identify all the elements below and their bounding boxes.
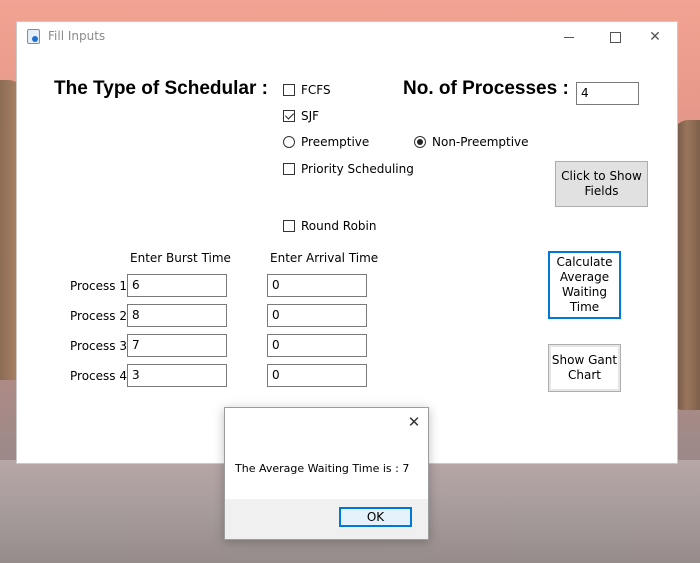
non-preemptive-radio[interactable]	[414, 136, 426, 148]
calculate-average-waiting-time-button[interactable]: Calculate Average Waiting Time	[548, 251, 621, 319]
close-button[interactable]: ✕	[632, 22, 678, 52]
process-1-label: Process 1	[70, 279, 127, 293]
dialog-message: The Average Waiting Time is : 7	[235, 462, 410, 475]
dialog-footer: OK	[225, 499, 428, 539]
processes-count-input[interactable]: 4	[576, 82, 639, 105]
ok-button[interactable]: OK	[339, 507, 412, 527]
scheduler-type-heading: The Type of Schedular :	[54, 78, 268, 99]
sjf-checkbox[interactable]	[283, 110, 295, 122]
processes-count-heading: No. of Processes :	[403, 78, 569, 99]
minimize-button[interactable]	[546, 22, 592, 52]
sjf-label[interactable]: SJF	[301, 109, 319, 123]
priority-scheduling-label[interactable]: Priority Scheduling	[301, 162, 414, 176]
fill-inputs-window: Fill Inputs ✕ The Type of Schedular : FC…	[16, 21, 678, 464]
non-preemptive-label[interactable]: Non-Preemptive	[432, 135, 529, 149]
arrival-time-header: Enter Arrival Time	[270, 251, 379, 265]
show-gantt-chart-button[interactable]: Show Gant Chart	[548, 344, 621, 392]
process-3-label: Process 3	[70, 339, 127, 353]
process-4-label: Process 4	[70, 369, 127, 383]
round-robin-checkbox[interactable]	[283, 220, 295, 232]
burst-time-header: Enter Burst Time	[130, 251, 231, 265]
process-2-label: Process 2	[70, 309, 127, 323]
process-1-arrival-input[interactable]: 0	[267, 274, 367, 297]
dialog-close-icon[interactable]: ✕	[406, 414, 422, 430]
show-fields-button[interactable]: Click to Show Fields	[555, 161, 648, 207]
process-1-burst-input[interactable]: 6	[127, 274, 227, 297]
preemptive-label[interactable]: Preemptive	[301, 135, 369, 149]
preemptive-radio[interactable]	[283, 136, 295, 148]
process-3-arrival-input[interactable]: 0	[267, 334, 367, 357]
process-4-burst-input[interactable]: 3	[127, 364, 227, 387]
priority-scheduling-checkbox[interactable]	[283, 163, 295, 175]
process-3-burst-input[interactable]: 7	[127, 334, 227, 357]
maximize-icon	[609, 31, 621, 43]
title-bar[interactable]: Fill Inputs ✕	[17, 22, 677, 52]
process-4-arrival-input[interactable]: 0	[267, 364, 367, 387]
round-robin-label[interactable]: Round Robin	[301, 219, 376, 233]
fcfs-label[interactable]: FCFS	[301, 83, 331, 97]
calculate-button-label: Calculate Average Waiting Time	[556, 255, 613, 314]
gantt-button-label: Show Gant Chart	[551, 353, 618, 382]
process-2-arrival-input[interactable]: 0	[267, 304, 367, 327]
minimize-icon	[564, 36, 574, 38]
average-waiting-time-dialog: ✕ The Average Waiting Time is : 7 OK	[224, 407, 429, 540]
fcfs-checkbox[interactable]	[283, 84, 295, 96]
window-title: Fill Inputs	[48, 29, 106, 43]
show-fields-button-label: Click to Show Fields	[561, 169, 642, 198]
close-icon: ✕	[649, 29, 661, 45]
process-2-burst-input[interactable]: 8	[127, 304, 227, 327]
app-icon	[27, 29, 40, 44]
